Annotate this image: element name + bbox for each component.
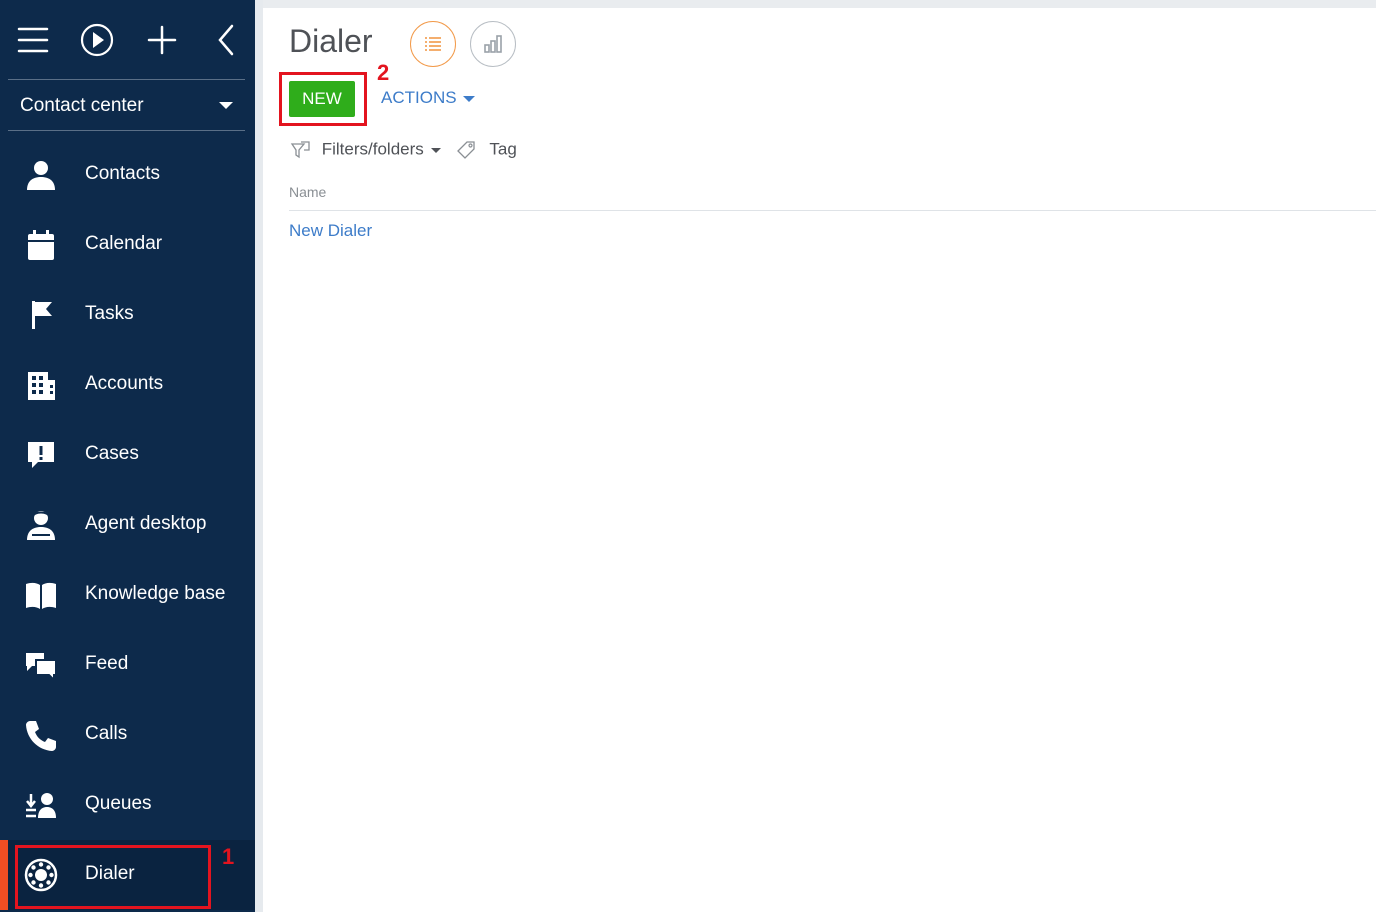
chevron-left-icon[interactable] bbox=[206, 20, 246, 60]
tag-icon bbox=[455, 139, 489, 159]
sidebar-item-label: Tasks bbox=[85, 303, 134, 324]
play-icon[interactable] bbox=[77, 20, 117, 60]
sidebar-item-cases[interactable]: Cases bbox=[0, 420, 255, 490]
sidebar-item-dialer[interactable]: Dialer bbox=[0, 840, 255, 910]
column-header-name[interactable]: Name bbox=[289, 184, 326, 200]
building-icon bbox=[24, 368, 58, 402]
annotation-number-1: 1 bbox=[222, 844, 235, 869]
page-title: Dialer bbox=[289, 23, 373, 59]
caret-down-icon bbox=[430, 147, 441, 153]
plus-icon[interactable] bbox=[142, 20, 182, 60]
annotation-number-2: 2 bbox=[377, 60, 390, 85]
sidebar-divider bbox=[255, 0, 263, 912]
sidebar-item-tasks[interactable]: Tasks bbox=[0, 280, 255, 350]
sidebar-topbar bbox=[0, 0, 255, 80]
workplace-label: Contact center bbox=[20, 95, 144, 116]
sidebar-item-label: Feed bbox=[85, 653, 129, 674]
sidebar-item-label: Contacts bbox=[85, 163, 160, 184]
workplace-selector[interactable]: Contact center bbox=[8, 80, 245, 131]
caret-down-icon bbox=[462, 95, 475, 102]
chat-bubbles-icon bbox=[24, 648, 58, 683]
list-view-button[interactable] bbox=[410, 21, 456, 67]
sidebar-item-label: Calls bbox=[85, 723, 128, 744]
sidebar-item-accounts[interactable]: Accounts bbox=[0, 350, 255, 420]
flag-icon bbox=[24, 298, 58, 332]
new-button[interactable]: NEW bbox=[289, 81, 355, 117]
sidebar-item-feed[interactable]: Feed bbox=[0, 630, 255, 700]
filters-label: Filters/folders bbox=[321, 139, 424, 159]
caret-down-icon bbox=[219, 102, 233, 109]
sidebar-item-label: Accounts bbox=[85, 373, 164, 394]
sidebar-item-queues[interactable]: Queues bbox=[0, 770, 255, 840]
main-content: Dialer NEW 2 ACTIONS Filters/folders Tag… bbox=[263, 8, 1376, 912]
exclamation-chat-icon bbox=[24, 438, 58, 472]
active-indicator bbox=[0, 840, 8, 910]
analytics-view-button[interactable] bbox=[470, 21, 516, 67]
actions-button[interactable]: ACTIONS bbox=[381, 88, 475, 108]
sidebar-item-label: Knowledge base bbox=[85, 583, 226, 604]
grid-header-divider bbox=[289, 210, 1376, 211]
phone-icon bbox=[24, 718, 58, 752]
person-icon bbox=[24, 158, 58, 192]
sidebar-menu: Contacts Calendar Tasks Accounts Cases A… bbox=[0, 140, 255, 910]
table-row-link[interactable]: New Dialer bbox=[289, 221, 372, 241]
calendar-icon bbox=[24, 228, 58, 262]
filters-folders-button[interactable]: Filters/folders bbox=[289, 139, 441, 161]
sidebar-item-label: Queues bbox=[85, 793, 152, 814]
sidebar-item-knowledge-base[interactable]: Knowledge base bbox=[0, 560, 255, 630]
sidebar-item-label: Calendar bbox=[85, 233, 163, 254]
sidebar-item-agent-desktop[interactable]: Agent desktop bbox=[0, 490, 255, 560]
agent-icon bbox=[24, 508, 58, 542]
filter-icon bbox=[289, 139, 322, 159]
sidebar-item-calendar[interactable]: Calendar bbox=[0, 210, 255, 280]
sidebar: Contact center Contacts Calendar Tasks A… bbox=[0, 0, 255, 912]
rotary-dialer-icon bbox=[24, 858, 58, 892]
actions-label: ACTIONS bbox=[381, 88, 457, 107]
tag-button[interactable]: Tag bbox=[455, 139, 517, 161]
sidebar-item-contacts[interactable]: Contacts bbox=[0, 140, 255, 210]
sidebar-item-label: Dialer bbox=[85, 863, 135, 884]
sidebar-item-label: Agent desktop bbox=[85, 513, 207, 534]
menu-icon[interactable] bbox=[13, 20, 53, 60]
sidebar-item-calls[interactable]: Calls bbox=[0, 700, 255, 770]
queue-icon bbox=[24, 788, 58, 822]
tag-label: Tag bbox=[489, 139, 517, 159]
sidebar-item-label: Cases bbox=[85, 443, 139, 464]
book-icon bbox=[24, 578, 58, 612]
